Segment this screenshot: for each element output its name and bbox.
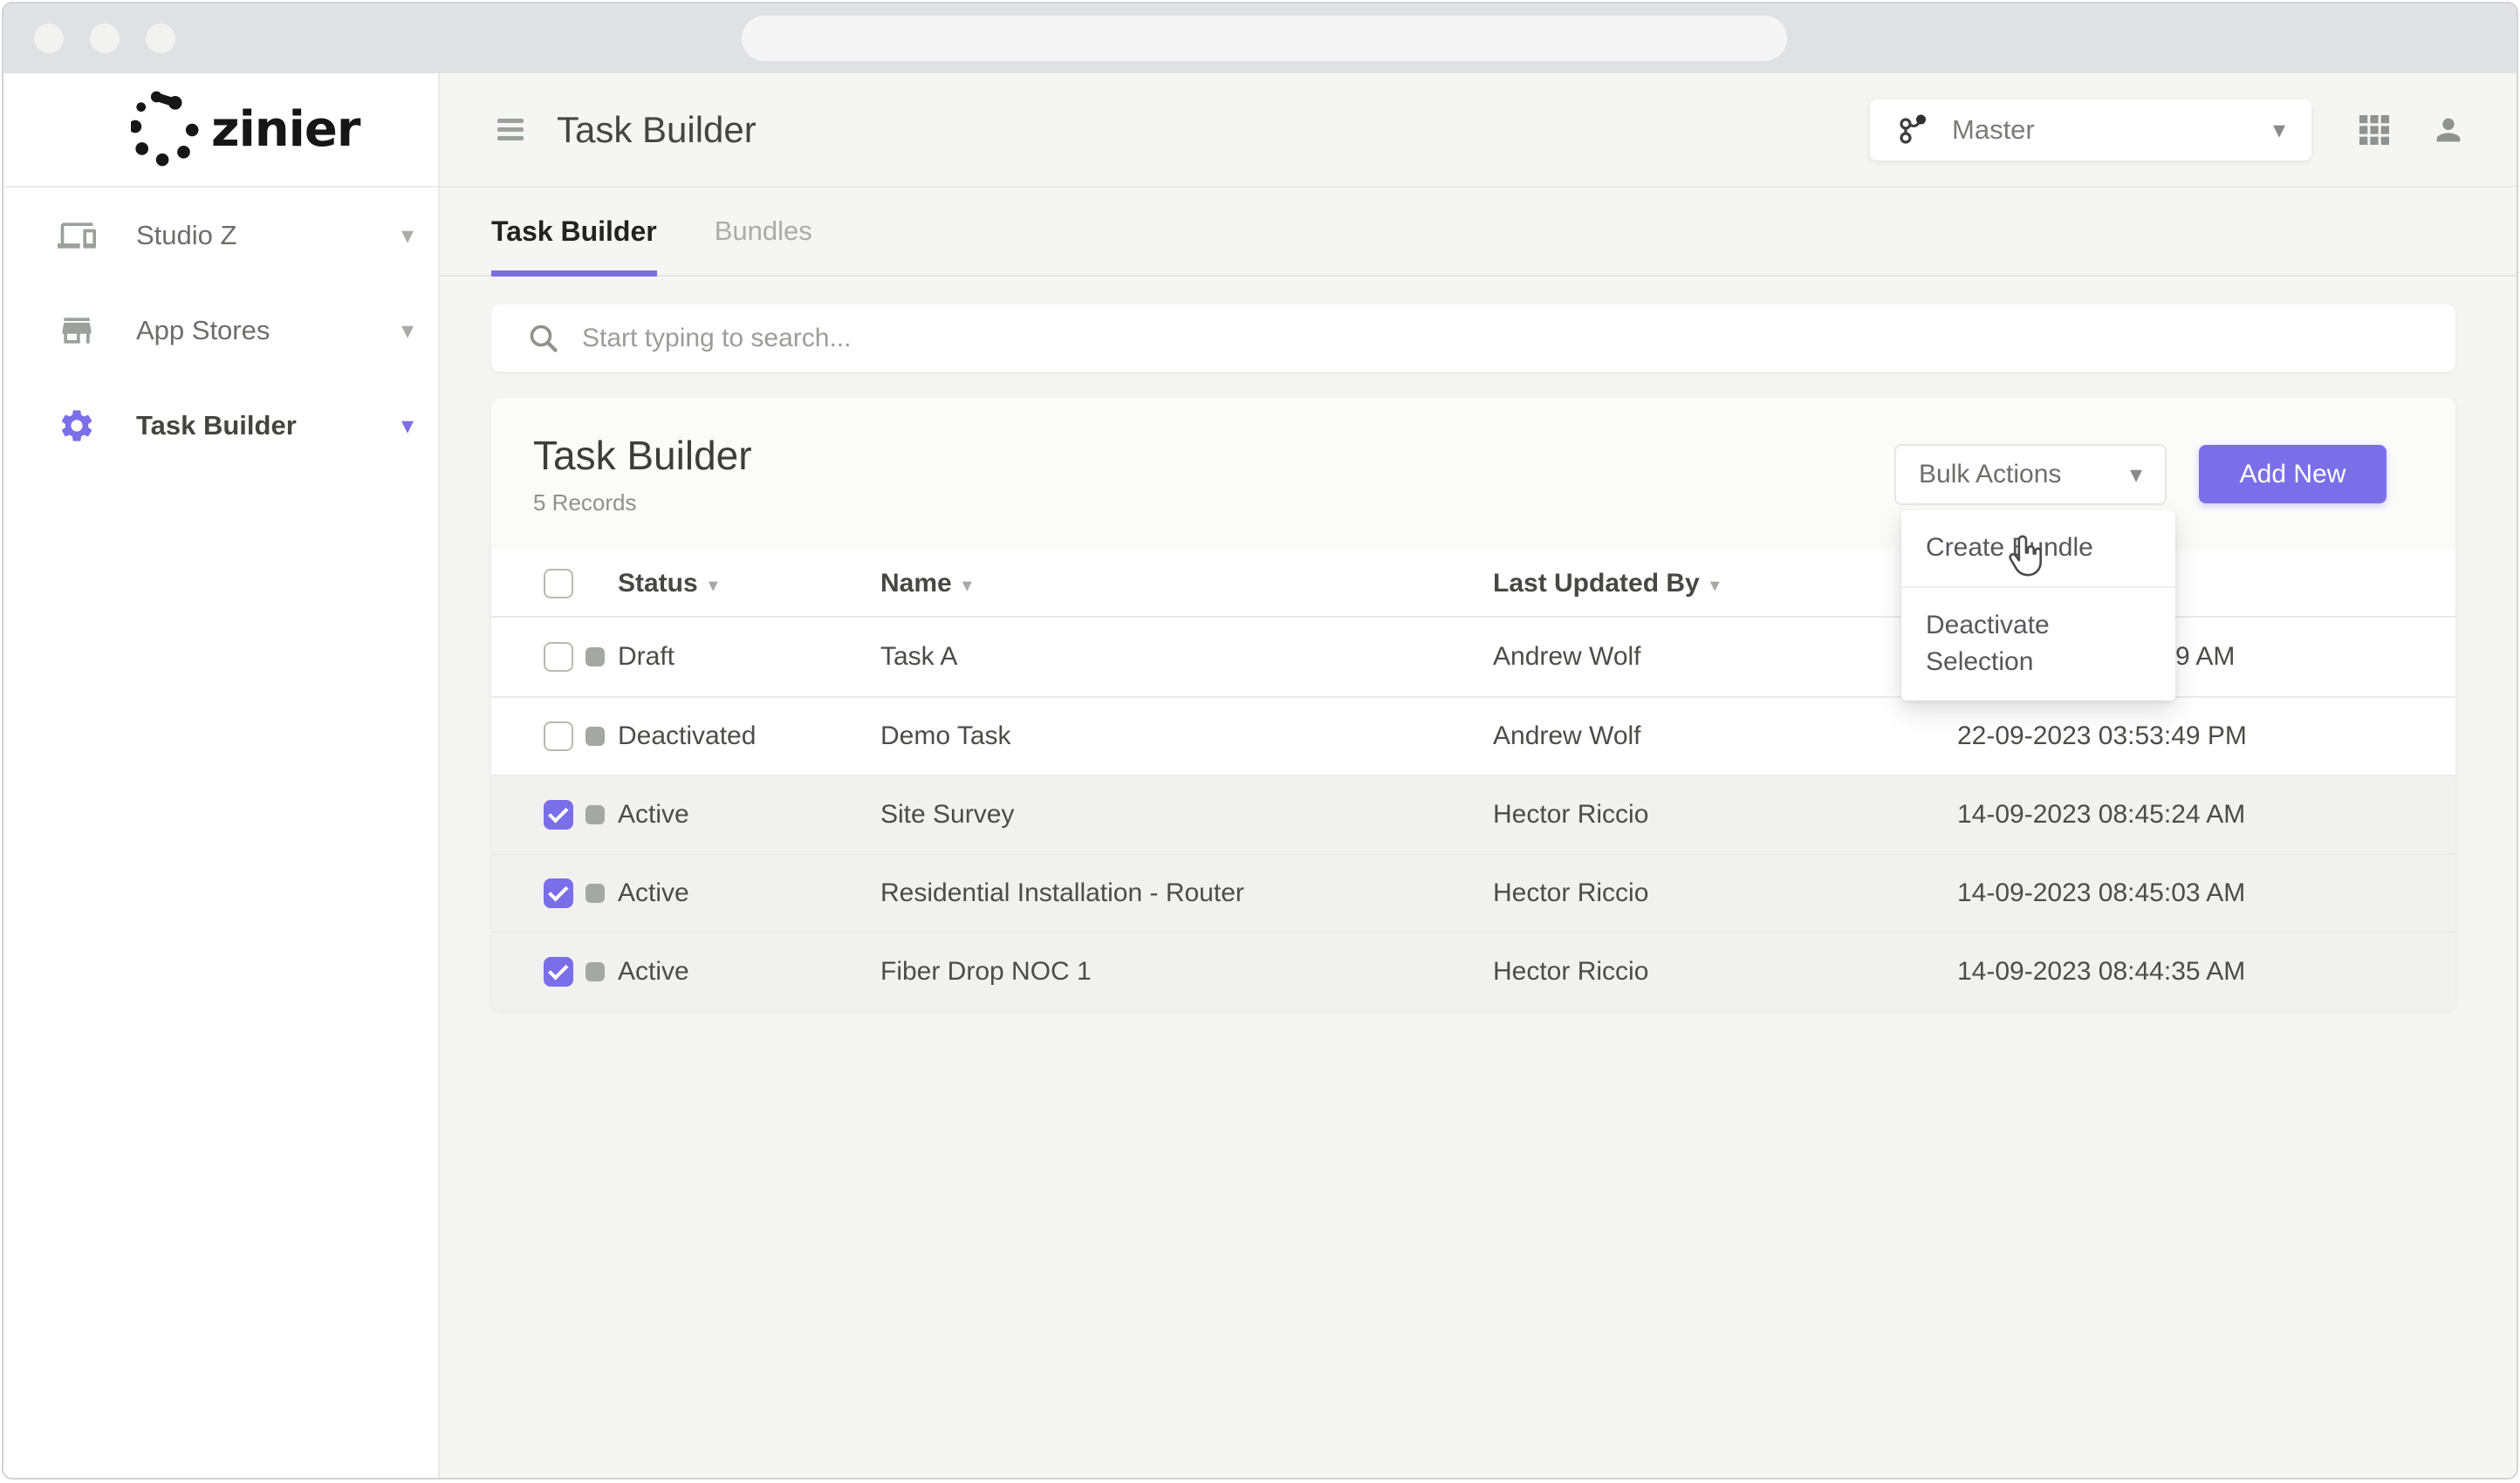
tab-task-builder[interactable]: Task Builder <box>491 188 657 275</box>
status-indicator-icon <box>585 805 605 824</box>
panel-title: Task Builder <box>533 432 752 479</box>
sort-icon: ▾ <box>709 574 718 596</box>
cell-last-updated-by: Andrew Wolf <box>1493 721 1957 751</box>
sidebar-nav: Studio Z ▾ App Stores ▾ <box>3 188 438 473</box>
status-indicator-icon <box>585 727 605 746</box>
select-all-checkbox[interactable] <box>544 569 573 598</box>
status-indicator-icon <box>585 884 605 903</box>
search-input[interactable] <box>582 324 2455 353</box>
cell-last-updated-on: 14-09-2023 08:44:35 AM <box>1957 957 2455 987</box>
workspace-select[interactable]: Master ▾ <box>1870 99 2311 161</box>
cell-last-updated-by: Hector Riccio <box>1493 957 1957 987</box>
chevron-down-icon: ▾ <box>2130 460 2142 489</box>
record-count: 5 Records <box>533 489 752 516</box>
search-bar <box>491 304 2455 372</box>
status-indicator-icon <box>585 962 605 981</box>
add-new-button[interactable]: Add New <box>2199 445 2386 503</box>
chevron-down-icon: ▾ <box>401 221 414 249</box>
sidebar-item-task-builder[interactable]: Task Builder ▾ <box>3 378 438 473</box>
column-header-last-updated-by[interactable]: Last Updated By▾ <box>1493 569 1957 598</box>
cell-last-updated-on: 14-09-2023 08:45:24 AM <box>1957 800 2455 830</box>
table-row[interactable]: Active Residential Installation - Router… <box>491 853 2455 932</box>
apps-grid-icon[interactable] <box>2359 115 2389 145</box>
minimize-window-icon[interactable] <box>90 24 120 53</box>
cell-last-updated-by: Hector Riccio <box>1493 878 1957 908</box>
bulk-actions-menu: Create Bundle Deactivate Selection <box>1901 510 2175 700</box>
cell-name: Residential Installation - Router <box>880 878 1493 908</box>
sort-icon: ▾ <box>962 574 972 596</box>
zinier-logo-icon <box>131 89 199 171</box>
cell-last-updated-on: 22-09-2023 03:53:49 PM <box>1957 721 2455 751</box>
cell-last-updated-by: Hector Riccio <box>1493 800 1957 830</box>
table-row[interactable]: Deactivated Demo Task Andrew Wolf 22-09-… <box>491 696 2455 775</box>
brand-logo: zinier <box>3 73 438 188</box>
bulk-actions-label: Bulk Actions <box>1919 460 2061 489</box>
gear-icon <box>58 407 96 445</box>
cell-status: Active <box>585 878 880 908</box>
search-icon <box>528 323 559 354</box>
sidebar: zinier Studio Z ▾ <box>3 73 440 1480</box>
chevron-down-icon: ▾ <box>401 411 414 440</box>
table-row[interactable]: Active Fiber Drop NOC 1 Hector Riccio 14… <box>491 932 2455 1010</box>
row-select-checkbox[interactable] <box>544 878 573 908</box>
hamburger-menu-icon[interactable] <box>497 114 524 145</box>
sort-icon: ▾ <box>1710 574 1720 596</box>
main-content: Task Builder Master <box>440 73 2517 1480</box>
sidebar-item-label: Studio Z <box>136 220 236 251</box>
cell-name: Task A <box>880 642 1493 672</box>
browser-window: zinier Studio Z ▾ <box>2 2 2518 1480</box>
store-icon <box>58 311 96 350</box>
sidebar-item-app-stores[interactable]: App Stores ▾ <box>3 283 438 378</box>
close-window-icon[interactable] <box>34 24 64 53</box>
chevron-down-icon: ▾ <box>401 316 414 345</box>
table-row[interactable]: Active Site Survey Hector Riccio 14-09-2… <box>491 775 2455 853</box>
devices-icon <box>58 216 96 255</box>
cell-name: Demo Task <box>880 721 1493 751</box>
cell-name: Site Survey <box>880 800 1493 830</box>
menu-item-create-bundle[interactable]: Create Bundle <box>1901 510 2175 586</box>
cell-status: Draft <box>585 642 880 672</box>
cell-last-updated-on: 14-09-2023 08:45:03 AM <box>1957 878 2455 908</box>
cell-status: Active <box>585 800 880 830</box>
sidebar-item-label: App Stores <box>136 315 270 346</box>
browser-titlebar <box>3 3 2517 73</box>
tab-bundles[interactable]: Bundles <box>715 188 812 275</box>
status-indicator-icon <box>585 647 605 666</box>
bulk-actions-select[interactable]: Bulk Actions ▾ <box>1894 444 2167 505</box>
maximize-window-icon[interactable] <box>146 24 175 53</box>
cell-last-updated-by: Andrew Wolf <box>1493 642 1957 672</box>
cursor-pointer-icon <box>2004 535 2044 591</box>
sidebar-item-label: Task Builder <box>136 410 297 441</box>
address-bar[interactable] <box>742 16 1787 61</box>
sidebar-item-studio-z[interactable]: Studio Z ▾ <box>3 188 438 283</box>
row-select-checkbox[interactable] <box>544 642 573 672</box>
window-controls[interactable] <box>34 24 175 53</box>
page-header: Task Builder Master <box>440 73 2517 188</box>
chevron-down-icon: ▾ <box>2273 115 2285 144</box>
menu-item-deactivate-selection[interactable]: Deactivate Selection <box>1901 588 2175 700</box>
page-title: Task Builder <box>557 109 757 151</box>
row-select-checkbox[interactable] <box>544 721 573 751</box>
workspace-value: Master <box>1952 114 2035 146</box>
branch-icon <box>1896 113 1931 147</box>
column-header-status[interactable]: Status▾ <box>585 569 880 598</box>
user-profile-icon[interactable] <box>2431 113 2466 147</box>
cell-status: Deactivated <box>585 721 880 751</box>
brand-name: zinier <box>211 101 360 158</box>
cell-status: Active <box>585 957 880 987</box>
task-builder-panel: Task Builder 5 Records Bulk Actions ▾ Ad… <box>491 398 2455 1010</box>
column-header-name[interactable]: Name▾ <box>880 569 1493 598</box>
tab-bar: Task Builder Bundles <box>440 188 2517 277</box>
row-select-checkbox[interactable] <box>544 800 573 830</box>
row-select-checkbox[interactable] <box>544 957 573 987</box>
cell-name: Fiber Drop NOC 1 <box>880 957 1493 987</box>
